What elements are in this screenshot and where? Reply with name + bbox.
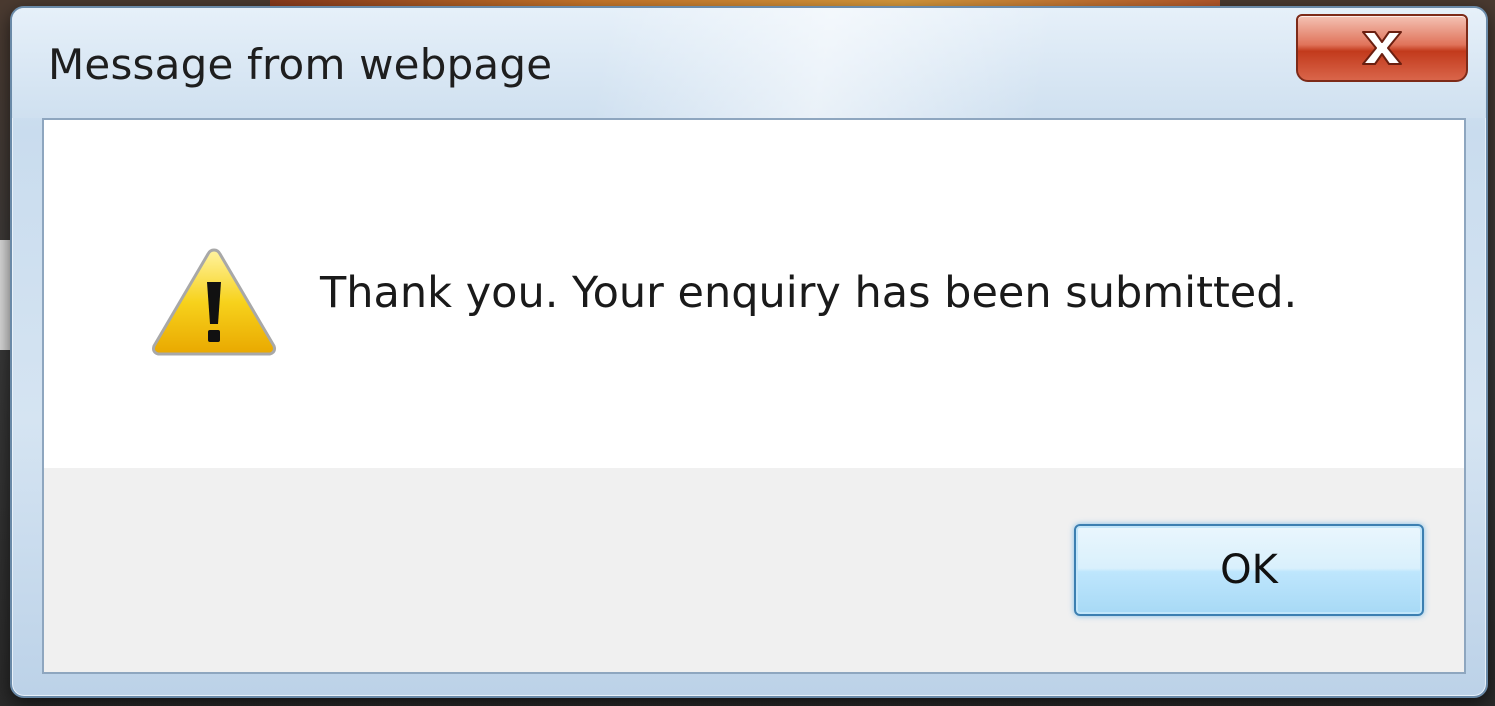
dialog-titlebar[interactable]: Message from webpage [12, 8, 1486, 118]
dialog-client-area: Thank you. Your enquiry has been submitt… [42, 118, 1466, 674]
warning-icon [152, 248, 276, 356]
message-dialog: Message from webpage Thank you. Your enq… [10, 6, 1488, 698]
dialog-button-bar: OK [44, 468, 1464, 672]
close-button[interactable] [1296, 14, 1468, 82]
close-icon [1362, 31, 1402, 65]
dialog-message: Thank you. Your enquiry has been submitt… [320, 268, 1298, 318]
ok-button[interactable]: OK [1074, 524, 1424, 616]
dialog-content: Thank you. Your enquiry has been submitt… [44, 120, 1464, 468]
dialog-title: Message from webpage [48, 40, 553, 89]
